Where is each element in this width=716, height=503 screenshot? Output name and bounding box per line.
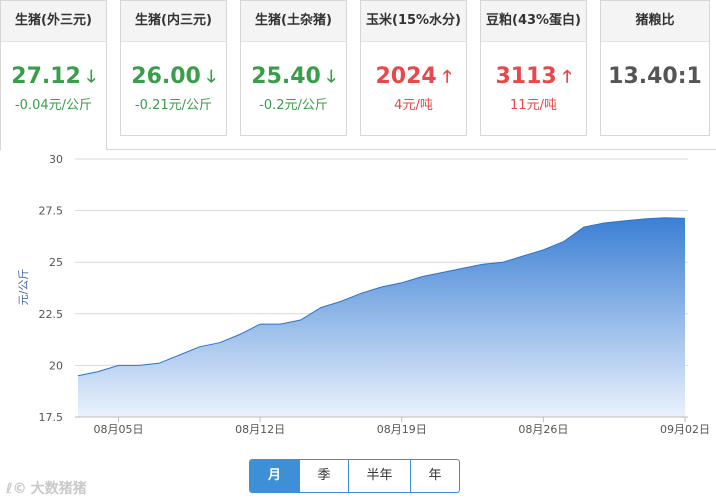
x-tick-label: 08月12日 <box>235 423 285 436</box>
arrow-down-icon: 🡓 <box>86 67 96 87</box>
card-value: 3113 🡑 <box>495 64 572 89</box>
card-title: 猪粮比 <box>601 1 709 42</box>
x-tick-label: 08月05日 <box>93 423 143 436</box>
tab-year[interactable]: 年 <box>410 460 459 492</box>
y-tick-label: 27.5 <box>39 205 64 218</box>
y-tick-label: 30 <box>49 153 63 166</box>
y-axis-label: 元/公斤 <box>17 269 30 306</box>
arrow-down-icon: 🡓 <box>326 67 336 87</box>
watermark-logo-icon: ℓ© <box>6 481 27 497</box>
y-tick-label: 22.5 <box>39 308 64 321</box>
card-change: -0.04元/公斤 <box>14 98 93 113</box>
x-tick-label: 08月26日 <box>518 423 568 436</box>
arrow-down-icon: 🡓 <box>206 67 216 87</box>
card-change: 4元/吨 <box>394 98 433 113</box>
card-change: -0.21元/公斤 <box>134 98 213 113</box>
card-change: 11元/吨 <box>510 98 557 113</box>
price-area-chart: 30 27.5 25 22.5 20 17.5 08月05日 08月12日 08月19日 08月… <box>17 153 710 436</box>
watermark: ℓ© 大数猪猪 <box>6 481 87 497</box>
card-title: 生猪(土杂猪) <box>241 1 346 42</box>
card-value: 25.40 🡓 <box>251 64 336 89</box>
x-tick-label: 09月02日 <box>660 423 710 436</box>
x-tick-label: 08月19日 <box>377 423 427 436</box>
period-tabs: 月 季 半年 年 <box>249 459 460 493</box>
arrow-up-icon: 🡑 <box>562 67 572 87</box>
card-live-pig-native[interactable]: 生猪(土杂猪) 25.40 🡓 -0.2元/公斤 <box>240 0 347 136</box>
tab-month[interactable]: 月 <box>250 460 299 492</box>
card-value: 13.40:1 <box>608 64 702 89</box>
tab-quarter[interactable]: 季 <box>299 460 348 492</box>
card-soybean-meal[interactable]: 豆粕(43%蛋白) 3113 🡑 11元/吨 <box>480 0 587 136</box>
card-value: 26.00 🡓 <box>131 64 216 89</box>
card-pig-grain-ratio[interactable]: 猪粮比 13.40:1 <box>600 0 710 136</box>
card-title: 生猪(内三元) <box>121 1 226 42</box>
card-value: 2024 🡑 <box>375 64 452 89</box>
card-corn[interactable]: 玉米(15%水分) 2024 🡑 4元/吨 <box>360 0 467 136</box>
price-cards: 生猪(外三元) 27.12 🡓 -0.04元/公斤 生猪(内三元) 26.00 🡓 … <box>0 0 716 150</box>
y-tick-label: 17.5 <box>39 411 64 424</box>
y-tick-label: 20 <box>49 359 63 372</box>
card-change: -0.2元/公斤 <box>259 98 328 113</box>
card-title: 豆粕(43%蛋白) <box>481 1 586 42</box>
card-title: 玉米(15%水分) <box>361 1 466 42</box>
card-value: 27.12 🡓 <box>11 64 96 89</box>
tab-half-year[interactable]: 半年 <box>348 460 410 492</box>
y-tick-label: 25 <box>49 256 63 269</box>
card-live-pig-inner[interactable]: 生猪(内三元) 26.00 🡓 -0.21元/公斤 <box>120 0 227 136</box>
arrow-up-icon: 🡑 <box>442 67 452 87</box>
price-area <box>78 217 685 417</box>
card-title: 生猪(外三元) <box>1 1 106 42</box>
card-live-pig-outer[interactable]: 生猪(外三元) 27.12 🡓 -0.04元/公斤 <box>0 0 107 150</box>
